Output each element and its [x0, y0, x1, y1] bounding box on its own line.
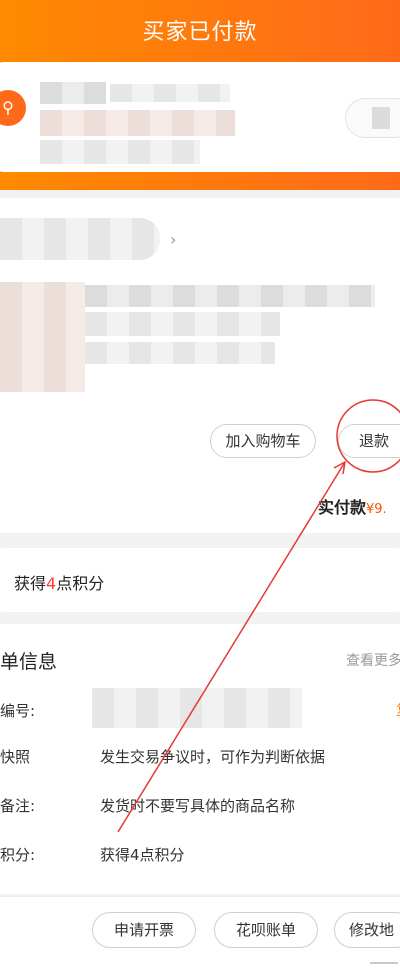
points-row-label: 积分:	[0, 846, 36, 864]
recipient-phone-blurred	[110, 84, 230, 102]
address-line-blurred	[40, 110, 235, 136]
product-title-line2-blurred	[85, 312, 280, 336]
snapshot-value[interactable]: 发生交易争议时，可作为判断依据	[100, 746, 325, 767]
add-to-cart-button[interactable]: 加入购物车	[210, 424, 316, 458]
refund-button[interactable]: 退款	[338, 424, 400, 458]
scroll-indicator	[370, 962, 398, 964]
shop-name-blurred[interactable]	[0, 218, 160, 260]
huabei-bill-button[interactable]: 花呗账单	[214, 912, 318, 948]
product-title-blurred[interactable]	[85, 285, 375, 307]
order-number-blurred	[92, 688, 302, 728]
contact-button[interactable]	[345, 98, 400, 138]
points-suffix: 点积分	[56, 574, 105, 593]
points-row-value: 获得4点积分	[100, 846, 185, 864]
paid-amount: 实付款¥9.	[318, 494, 387, 518]
recipient-name-blurred	[40, 82, 106, 104]
snapshot-label: 快照	[0, 748, 31, 766]
view-more-link[interactable]: 查看更多	[346, 650, 400, 670]
product-thumbnail-blurred[interactable]	[0, 282, 85, 392]
order-info-title: 单信息	[0, 651, 58, 673]
points-count: 4	[46, 574, 57, 593]
paid-value: ¥9.	[366, 502, 387, 517]
contact-icon-blurred	[372, 107, 390, 129]
paid-label: 实付款	[318, 498, 367, 517]
points-prefix: 获得	[14, 574, 47, 593]
invoice-button[interactable]: 申请开票	[92, 912, 196, 948]
product-spec-blurred	[85, 342, 275, 364]
order-number-label: 编号:	[0, 702, 36, 720]
points-earned: 获得4点积分	[14, 570, 104, 594]
chevron-right-icon: ›	[170, 230, 177, 249]
modify-address-button[interactable]: 修改地	[334, 912, 400, 948]
copy-order-number-link[interactable]: 复	[396, 700, 400, 720]
address-line2-blurred	[40, 140, 200, 164]
page-title: 买家已付款	[142, 20, 258, 45]
remark-label: 备注:	[0, 797, 36, 815]
remark-value: 发货时不要写具体的商品名称	[100, 797, 296, 815]
